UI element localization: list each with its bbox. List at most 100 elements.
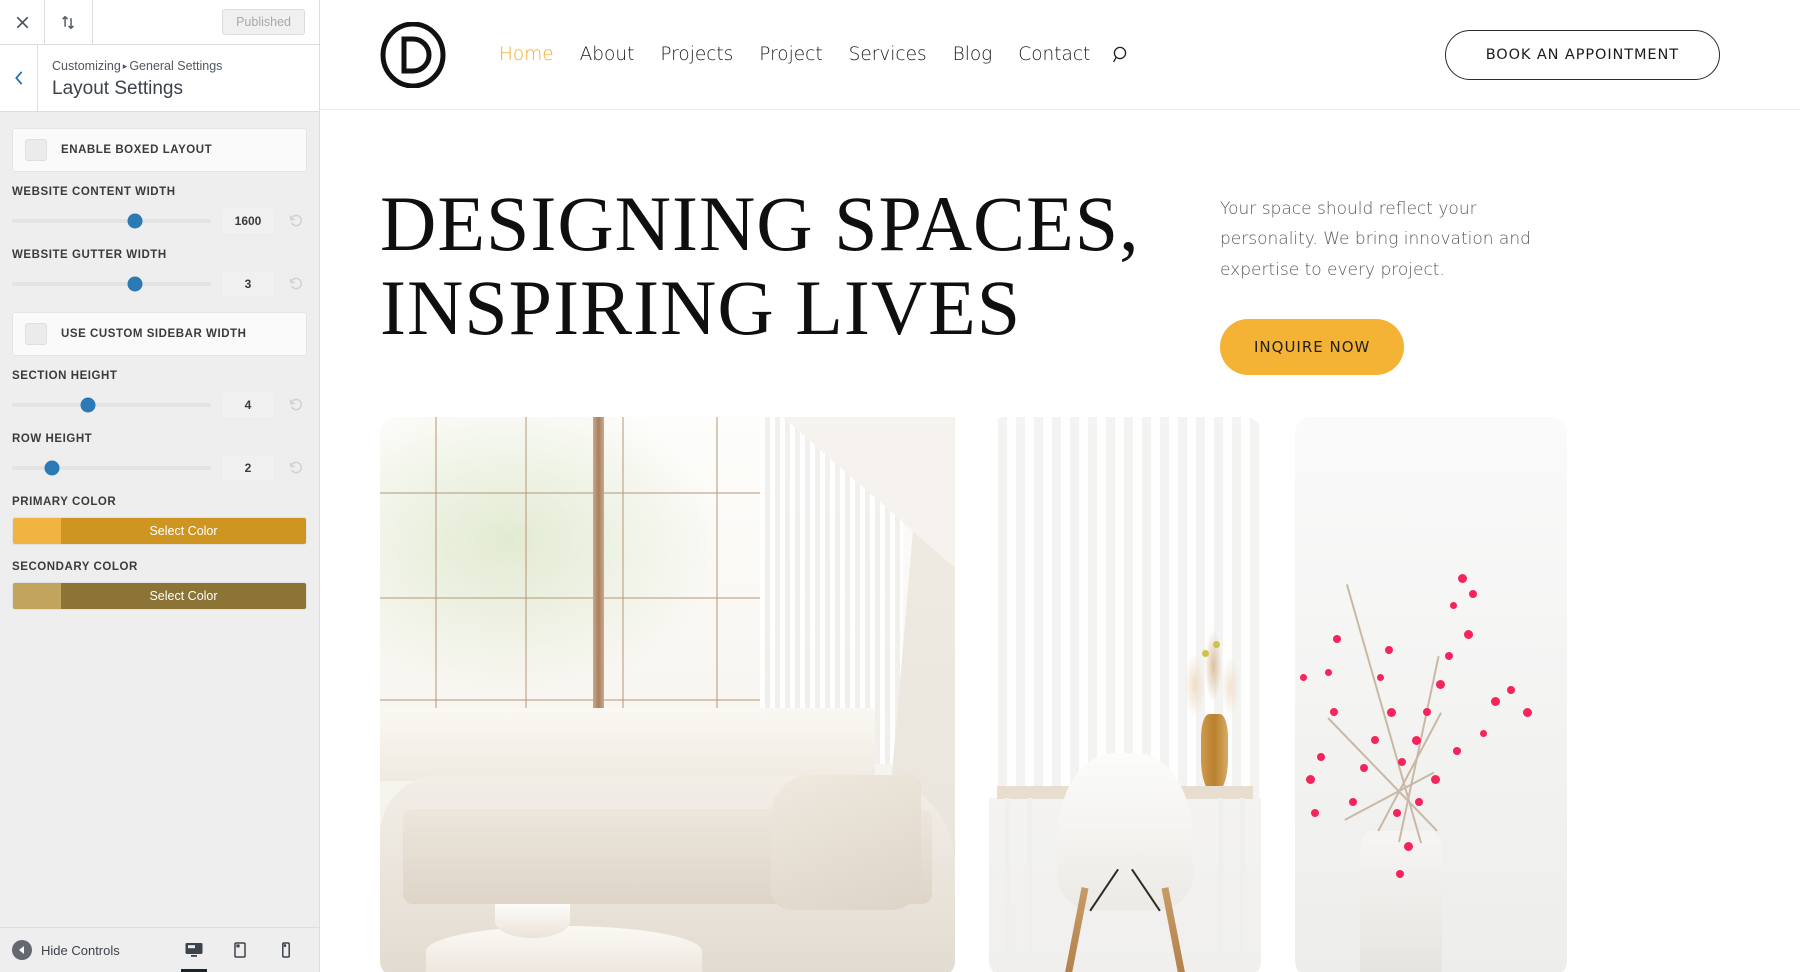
- control-enable-boxed-layout: ENABLE BOXED LAYOUT: [12, 128, 307, 173]
- secondary-select-color-button[interactable]: Select Color: [61, 583, 306, 610]
- website-gutter-width-slider[interactable]: [12, 274, 211, 294]
- throw-blanket: [771, 775, 921, 910]
- primary-nav: Home About Projects Project Services Blo…: [486, 44, 1131, 65]
- control-website-content-width: WEBSITE CONTENT WIDTH 1600: [12, 186, 307, 236]
- slider-row: 2: [12, 454, 307, 483]
- website-content-width-slider[interactable]: [12, 211, 211, 231]
- hero-title-line-1: DESIGNING SPACES,: [380, 180, 1140, 267]
- page-title: Layout Settings: [52, 77, 183, 99]
- desktop-icon[interactable]: [173, 928, 215, 972]
- hide-controls-label: Hide Controls: [41, 942, 120, 958]
- control-label: WEBSITE CONTENT WIDTH: [12, 186, 176, 199]
- divi-logo[interactable]: [380, 21, 446, 88]
- primary-color-picker[interactable]: Select Color: [12, 517, 307, 546]
- hero-title: DESIGNING SPACES, INSPIRING LIVES: [380, 180, 1170, 352]
- collapse-expand-icon[interactable]: [45, 0, 93, 44]
- window-sill: [380, 707, 875, 781]
- nav-item-blog[interactable]: Blog: [940, 44, 1006, 65]
- window-mullion: [592, 416, 604, 731]
- control-label: ENABLE BOXED LAYOUT: [61, 144, 213, 157]
- breadcrumb-root[interactable]: Customizing: [52, 59, 121, 73]
- slider-row: 1600: [12, 207, 307, 236]
- breadcrumb: Customizing ▸ General Settings: [52, 57, 222, 76]
- slider-row: 3: [12, 270, 307, 299]
- slider-thumb[interactable]: [80, 397, 96, 413]
- nav-item-projects[interactable]: Projects: [647, 44, 746, 65]
- control-primary-color: PRIMARY COLOR Select Color: [12, 496, 307, 546]
- nav-item-project[interactable]: Project: [746, 44, 835, 65]
- control-label: USE CUSTOM SIDEBAR WIDTH: [61, 328, 247, 341]
- nav-item-home[interactable]: Home: [486, 44, 567, 65]
- hero-title-line-2: INSPIRING LIVES: [380, 264, 1022, 352]
- section-height-slider[interactable]: [12, 395, 211, 415]
- control-label: SECTION HEIGHT: [12, 370, 118, 383]
- photo: [989, 416, 1261, 972]
- device-preview-group: [173, 928, 307, 972]
- window-panes: [380, 416, 771, 708]
- control-label: WEBSITE GUTTER WIDTH: [12, 249, 167, 262]
- control-label: SECONDARY COLOR: [12, 561, 138, 574]
- customizer-topbar: Published: [0, 0, 319, 45]
- nav-item-services[interactable]: Services: [836, 44, 940, 65]
- customizer-footer: Hide Controls: [0, 927, 319, 972]
- breadcrumb-section[interactable]: General Settings: [129, 59, 222, 73]
- primary-color-swatch: [13, 518, 61, 545]
- enable-boxed-layout-toggle[interactable]: ENABLE BOXED LAYOUT: [12, 128, 307, 173]
- reset-arrow-icon[interactable]: [285, 457, 307, 479]
- gallery-image-white-chair-desk-vase[interactable]: [989, 416, 1261, 972]
- mobile-icon[interactable]: [265, 928, 307, 972]
- book-appointment-button[interactable]: BOOK AN APPOINTMENT: [1444, 29, 1720, 80]
- control-use-custom-sidebar-width: USE CUSTOM SIDEBAR WIDTH: [12, 312, 307, 357]
- tablet-icon[interactable]: [219, 928, 261, 972]
- gallery-image-interior-window-sofa[interactable]: [380, 416, 955, 972]
- hero-paragraph: Your space should reflect your personali…: [1220, 199, 1531, 280]
- slider-thumb[interactable]: [127, 276, 143, 292]
- primary-select-color-button[interactable]: Select Color: [61, 518, 306, 545]
- checkbox-icon[interactable]: [25, 323, 47, 346]
- secondary-color-picker[interactable]: Select Color: [12, 582, 307, 611]
- gallery-image-red-berry-branches[interactable]: [1295, 416, 1567, 972]
- slider-track: [12, 403, 211, 408]
- nav-item-about[interactable]: About: [567, 44, 648, 65]
- use-custom-sidebar-width-toggle[interactable]: USE CUSTOM SIDEBAR WIDTH: [12, 312, 307, 357]
- customizer-controls: ENABLE BOXED LAYOUT WEBSITE CONTENT WIDT…: [0, 112, 319, 927]
- section-height-input[interactable]: 4: [221, 391, 275, 420]
- site-header: Home About Projects Project Services Blo…: [320, 0, 1800, 110]
- nav-item-contact[interactable]: Contact: [1005, 44, 1103, 65]
- reset-arrow-icon[interactable]: [285, 394, 307, 416]
- close-icon[interactable]: [0, 0, 45, 44]
- row-height-slider[interactable]: [12, 458, 211, 478]
- dried-fronds: [1179, 629, 1245, 725]
- panel-titles: Customizing ▸ General Settings Layout Sett…: [38, 45, 222, 111]
- search-icon[interactable]: [1103, 45, 1131, 65]
- gallery-section: [320, 375, 1800, 972]
- checkbox-icon[interactable]: [25, 139, 47, 162]
- slider-track: [12, 466, 211, 471]
- slider-thumb[interactable]: [127, 213, 143, 229]
- customizer-sidebar: Published Customizing ▸ General Settings L…: [0, 0, 320, 972]
- reset-arrow-icon[interactable]: [285, 210, 307, 232]
- secondary-color-swatch: [13, 583, 61, 610]
- photo-body: [380, 416, 955, 972]
- control-secondary-color: SECONDARY COLOR Select Color: [12, 561, 307, 611]
- row-height-input[interactable]: 2: [221, 454, 275, 483]
- site-preview: Home About Projects Project Services Blo…: [320, 0, 1800, 972]
- photo: [1295, 416, 1567, 972]
- photo: [380, 416, 955, 972]
- publish-button[interactable]: Published: [222, 9, 305, 35]
- inquire-now-button[interactable]: INQUIRE NOW: [1220, 318, 1405, 375]
- slider-row: 4: [12, 391, 307, 420]
- back-button[interactable]: [0, 45, 38, 112]
- customizer-screen: Published Customizing ▸ General Settings L…: [0, 0, 1800, 972]
- website-gutter-width-input[interactable]: 3: [221, 270, 275, 299]
- vase: [1360, 831, 1442, 972]
- control-section-height: SECTION HEIGHT 4: [12, 370, 307, 420]
- hide-controls-button[interactable]: Hide Controls: [12, 940, 120, 960]
- breadcrumb-separator: ▸: [122, 61, 128, 71]
- coffee-table: [426, 926, 702, 972]
- slider-thumb[interactable]: [44, 460, 60, 476]
- hero-section: DESIGNING SPACES, INSPIRING LIVES Your s…: [320, 110, 1800, 375]
- reset-arrow-icon[interactable]: [285, 273, 307, 295]
- website-content-width-input[interactable]: 1600: [221, 207, 275, 236]
